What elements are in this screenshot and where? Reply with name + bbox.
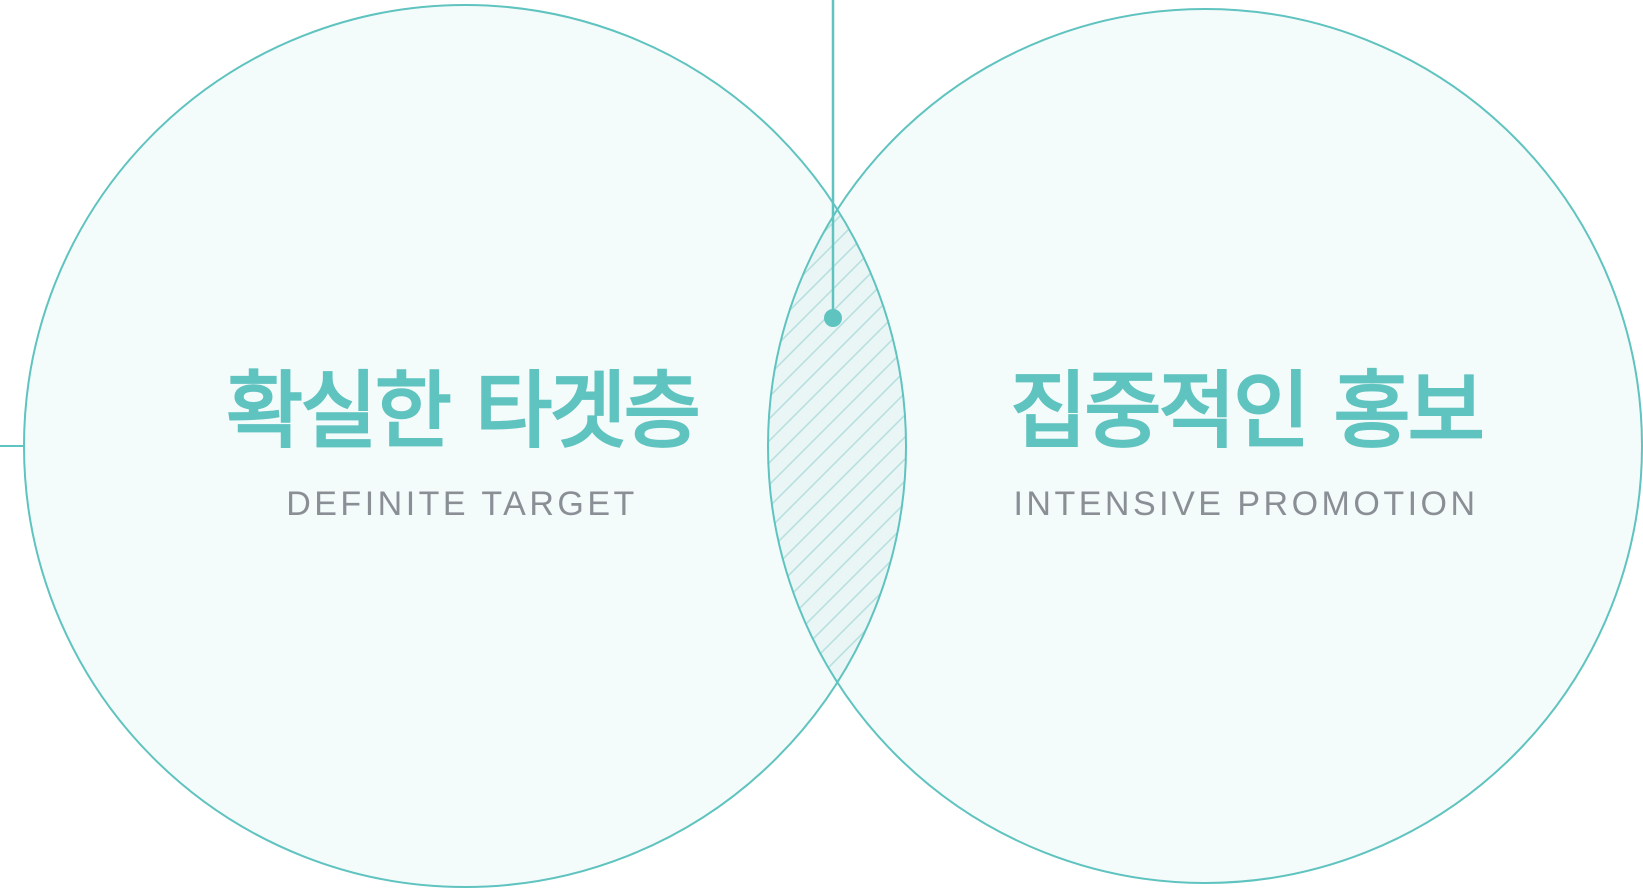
right-circle-title: 집중적인 홍보 — [1010, 362, 1485, 460]
left-circle-title: 확실한 타겟층 — [226, 362, 701, 460]
left-circle-subtitle: DEFINITE TARGET — [286, 485, 638, 523]
pointer-dot — [824, 309, 842, 327]
right-circle-subtitle: INTENSIVE PROMOTION — [1013, 485, 1479, 523]
